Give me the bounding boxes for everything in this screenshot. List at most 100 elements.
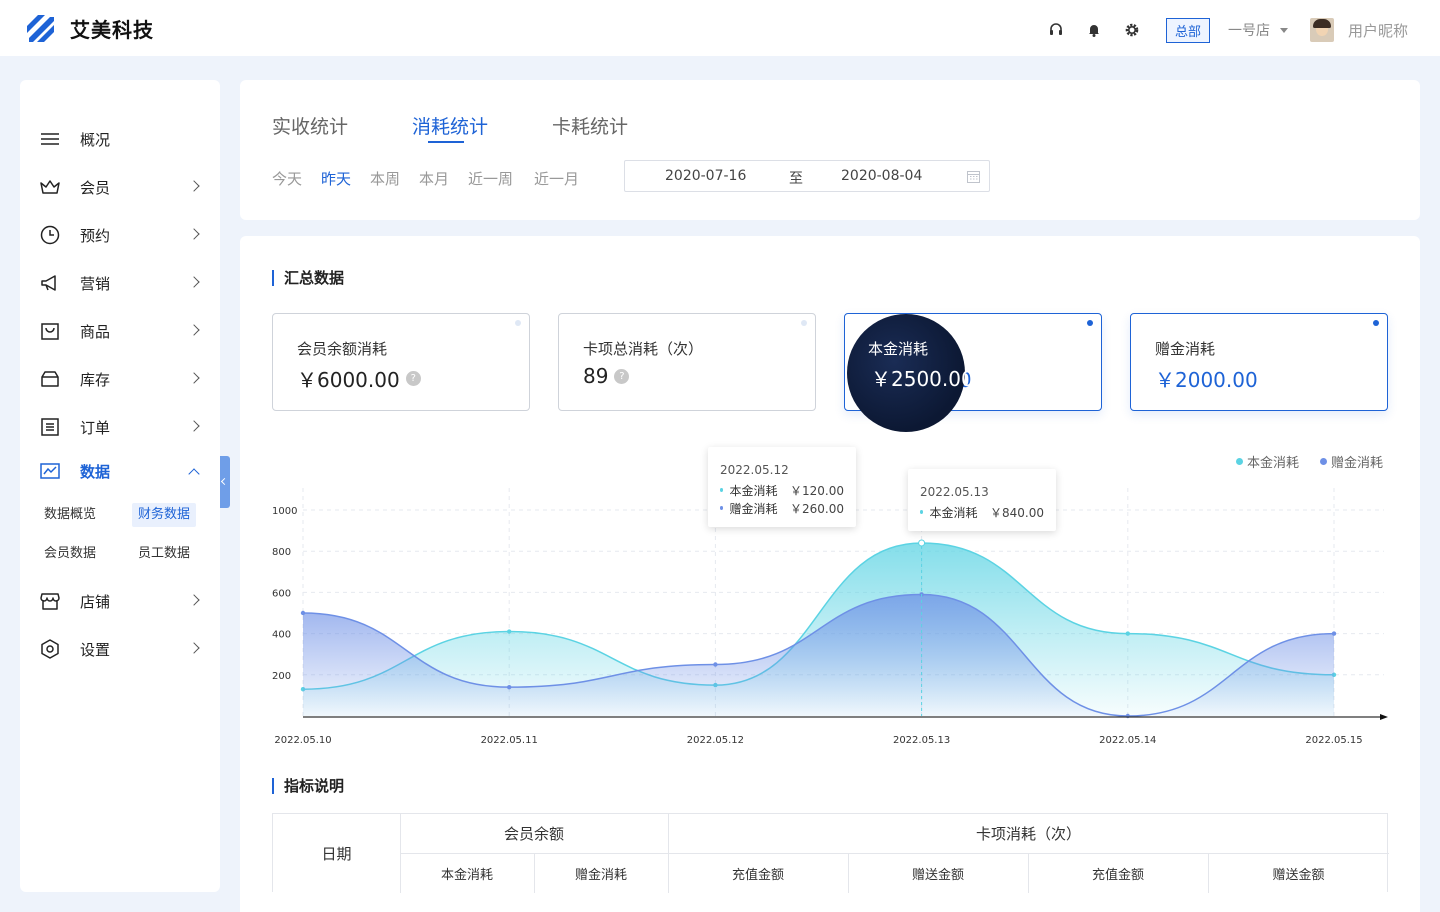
x-tick-label: 2022.05.11 [481, 735, 538, 746]
range-this-week[interactable]: 本周 [370, 168, 400, 189]
help-icon[interactable]: ? [614, 368, 630, 384]
chevron-up-icon [188, 468, 200, 480]
sidebar-item-products[interactable]: 商品 [20, 316, 220, 346]
x-tick-label: 2022.05.15 [1305, 735, 1362, 746]
chevron-right-icon [188, 420, 200, 432]
card-card-total[interactable]: 卡项总消耗（次） 89 ? [558, 313, 816, 411]
date-range-picker[interactable]: 2020-07-16 至 2020-08-04 [624, 160, 990, 192]
data-point [1331, 631, 1337, 636]
card-member-balance[interactable]: 会员余额消耗 ￥6000.00 ? [272, 313, 530, 411]
chevron-right-icon [188, 594, 200, 606]
calendar-icon[interactable] [967, 170, 980, 183]
tab-consumption[interactable]: 消耗统计 [412, 112, 488, 139]
touch-card-label: 本金消耗 [868, 340, 929, 358]
tooltip-0512: 2022.05.12 本金消耗 ￥120.00 赠金消耗 ￥260.00 [708, 447, 856, 527]
sidebar-sub-data-overview[interactable]: 数据概览 [38, 503, 102, 527]
tooltip-value: ￥840.00 [990, 505, 1044, 520]
y-tick-label: 400 [272, 630, 291, 641]
header-bonus: 赠金消耗 [574, 867, 627, 883]
sidebar-item-label: 库存 [80, 370, 111, 389]
sidebar-item-label: 营销 [80, 274, 111, 293]
sidebar-item-store[interactable]: 店铺 [20, 586, 220, 616]
x-tick-label: 2022.05.10 [274, 735, 331, 746]
hq-badge[interactable]: 总部 [1165, 17, 1210, 43]
avatar[interactable] [1309, 18, 1334, 42]
card-value: 89 ? [583, 364, 630, 388]
x-tick-label: 2022.05.12 [687, 735, 744, 746]
help-icon[interactable]: ? [405, 371, 421, 386]
sidebar-sub-staff-data[interactable]: 员工数据 [132, 542, 196, 566]
card-label: 会员余额消耗 [297, 340, 388, 358]
brand-name: 艾美科技 [70, 17, 154, 42]
card-indicator [515, 320, 521, 326]
chevron-right-icon [188, 372, 200, 384]
range-last-week[interactable]: 近一周 [468, 168, 513, 189]
date-start[interactable]: 2020-07-16 [665, 168, 746, 184]
clock-icon [40, 225, 60, 245]
range-today[interactable]: 今天 [272, 168, 302, 189]
card-indicator [1087, 320, 1093, 326]
chevron-right-icon [188, 180, 200, 192]
caret-down-icon [1279, 27, 1288, 33]
sidebar-item-inventory[interactable]: 库存 [20, 364, 220, 394]
range-yesterday[interactable]: 昨天 [321, 168, 351, 189]
tab-card-consumption[interactable]: 卡耗统计 [552, 112, 628, 139]
headset-icon[interactable] [1048, 22, 1064, 38]
card-bonus[interactable]: 赠金消耗 ￥2000.00 [1130, 313, 1388, 411]
sidebar: 概况 会员 预约 营销 商品 库存 订单 数据 数据概览 财务数据 会员数据 员… [20, 80, 220, 892]
y-tick-label: 1000 [272, 506, 297, 517]
hover-point [918, 539, 926, 547]
tooltip-row: 本金消耗 ￥840.00 [920, 503, 1044, 521]
sidebar-item-orders[interactable]: 订单 [20, 412, 220, 442]
data-point [300, 610, 306, 616]
y-tick-label: 800 [272, 547, 291, 558]
sidebar-item-label: 订单 [80, 418, 111, 437]
store-icon [40, 593, 60, 610]
sidebar-sub-member-data[interactable]: 会员数据 [38, 542, 102, 566]
tab-received[interactable]: 实收统计 [272, 112, 348, 139]
sidebar-item-label: 概况 [80, 130, 111, 149]
x-tick-label: 2022.05.14 [1099, 735, 1156, 746]
card-label: 赠金消耗 [1155, 340, 1216, 358]
range-last-month[interactable]: 近一月 [534, 168, 579, 189]
logo-icon [27, 15, 54, 42]
card-indicator [1373, 320, 1379, 326]
tooltip-value: ￥260.00 [790, 501, 844, 516]
y-tick-label: 600 [272, 588, 291, 599]
sidebar-item-marketing[interactable]: 营销 [20, 268, 220, 298]
sidebar-sub-finance-data[interactable]: 财务数据 [132, 503, 197, 527]
sidebar-item-overview[interactable]: 概况 [20, 124, 220, 154]
sidebar-item-settings[interactable]: 设置 [20, 634, 220, 664]
sidebar-item-label: 数据 [80, 462, 111, 481]
gear-icon[interactable] [1124, 22, 1140, 38]
username[interactable]: 用户昵称 [1348, 20, 1408, 41]
sidebar-item-booking[interactable]: 预约 [20, 220, 220, 250]
sidebar-item-members[interactable]: 会员 [20, 172, 220, 202]
card-indicator [801, 320, 807, 326]
store-select[interactable]: 一号店 [1228, 20, 1288, 40]
sidebar-collapse-handle[interactable] [220, 456, 230, 508]
card-amount: ￥2000.00 [1155, 368, 1258, 392]
crown-icon [40, 180, 60, 194]
brand-logo[interactable]: 艾美科技 [24, 12, 154, 44]
bell-icon[interactable] [1086, 22, 1102, 38]
sidebar-item-data[interactable]: 数据 [20, 456, 220, 486]
sidebar-item-label: 店铺 [80, 592, 111, 611]
header-member-balance: 会员余额 [503, 825, 564, 843]
header-recharge-2: 充值金额 [1091, 867, 1144, 883]
header-gift-2: 赠送金额 [1272, 867, 1325, 883]
tooltip-row: 赠金消耗 ￥260.00 [720, 499, 844, 517]
data-point [713, 662, 718, 667]
indicators-title: 指标说明 [272, 778, 344, 794]
y-tick-label: 200 [272, 671, 291, 682]
sidebar-item-label: 预约 [80, 226, 111, 245]
data-point [507, 629, 512, 634]
date-end[interactable]: 2020-08-04 [841, 168, 922, 184]
card-amount: ￥6000.00 [297, 368, 400, 392]
header-principal: 本金消耗 [440, 867, 493, 883]
x-tick-label: 2022.05.13 [893, 735, 950, 746]
chevron-right-icon [188, 324, 200, 336]
range-this-month[interactable]: 本月 [419, 168, 449, 189]
tooltip-dot [720, 488, 724, 492]
x-axis-arrow [1380, 714, 1388, 720]
